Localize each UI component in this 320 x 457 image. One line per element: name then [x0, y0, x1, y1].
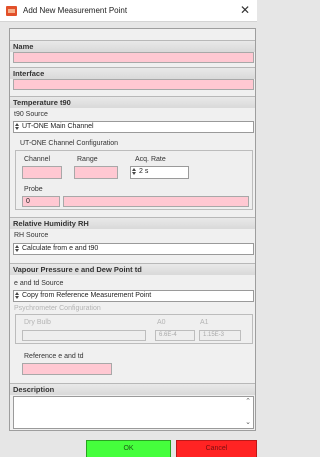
title-bar: Add New Measurement Point ✕	[0, 0, 257, 22]
acq-rate-label: Acq. Rate	[135, 156, 166, 163]
e-td-source-value: Copy from Reference Measurement Point	[22, 292, 152, 299]
spin-arrows-icon	[15, 292, 19, 299]
spin-arrows-icon	[15, 123, 19, 130]
close-icon[interactable]: ✕	[239, 3, 251, 17]
rh-source-value: Calculate from e and t90	[22, 245, 99, 252]
rh-source-select[interactable]: Calculate from e and t90	[13, 243, 254, 255]
dry-bulb-input[interactable]	[22, 330, 146, 341]
window-title: Add New Measurement Point	[23, 6, 128, 15]
a1-input[interactable]: 1.15E-3	[199, 330, 241, 341]
scroll-up-icon[interactable]: ⌃	[245, 398, 251, 406]
acq-rate-select[interactable]: 2 s	[130, 166, 189, 179]
interface-section-header: Interface	[10, 67, 255, 79]
rh-source-label: RH Source	[14, 232, 49, 239]
channel-label: Channel	[24, 156, 51, 163]
t90-source-label: t90 Source	[14, 111, 48, 118]
interface-input[interactable]	[13, 79, 254, 90]
ok-button[interactable]: OK	[86, 440, 171, 457]
name-input[interactable]	[13, 52, 254, 63]
a0-label: A0	[157, 319, 166, 326]
spin-arrows-icon	[132, 168, 136, 175]
e-td-source-select[interactable]: Copy from Reference Measurement Point	[13, 290, 254, 302]
a1-label: A1	[200, 319, 209, 326]
probe-input[interactable]: 0	[22, 196, 60, 207]
reference-input[interactable]	[22, 363, 112, 375]
dry-bulb-label: Dry Bulb	[24, 319, 51, 326]
t90-source-value: UT-ONE Main Channel	[22, 123, 94, 130]
channel-input[interactable]	[22, 166, 62, 179]
probe-description-input[interactable]	[63, 196, 249, 207]
humidity-section-header: Relative Humidity RH	[10, 217, 255, 229]
acq-rate-value: 2 s	[139, 168, 149, 175]
description-textarea[interactable]: ⌃ ⌄	[13, 396, 254, 429]
range-label: Range	[77, 156, 98, 163]
t90-source-select[interactable]: UT-ONE Main Channel	[13, 121, 254, 133]
probe-label: Probe	[24, 186, 43, 193]
reference-label: Reference e and td	[24, 353, 84, 360]
vapour-section-header: Vapour Pressure e and Dew Point td	[10, 263, 255, 275]
range-input[interactable]	[74, 166, 118, 179]
e-td-source-label: e and td Source	[14, 280, 64, 287]
name-section-header: Name	[10, 40, 255, 52]
a0-input[interactable]: 6.6E-4	[155, 330, 195, 341]
spin-arrows-icon	[15, 245, 19, 252]
temperature-section-header: Temperature t90	[10, 96, 255, 108]
psychrometer-config-label: Psychrometer Configuration	[14, 305, 101, 312]
scroll-down-icon[interactable]: ⌄	[245, 419, 251, 427]
description-section-header: Description	[10, 383, 255, 395]
measurement-app-icon	[6, 6, 17, 16]
cancel-button[interactable]: Cancel	[176, 440, 257, 457]
channel-config-label: UT-ONE Channel Configuration	[20, 140, 119, 147]
